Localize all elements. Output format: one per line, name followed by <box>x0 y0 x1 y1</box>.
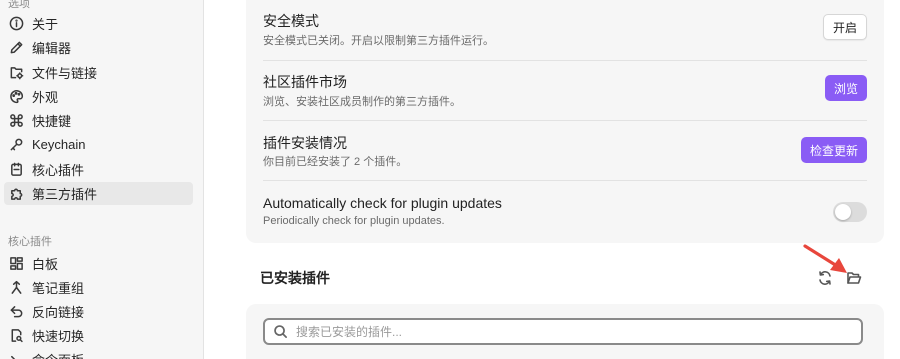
sidebar-item-label: 反向链接 <box>32 305 85 320</box>
sidebar-item-label: 文件与链接 <box>32 66 98 81</box>
section-header-core-plugins: 核心插件 <box>8 236 52 248</box>
plug-icon <box>8 162 24 178</box>
installed-plugins-heading: 已安装插件 <box>260 270 330 286</box>
setting-description: Periodically check for plugin updates. <box>263 215 445 227</box>
search-icon <box>273 324 296 339</box>
sidebar-item-quick-switcher[interactable]: 快速切换 <box>4 324 193 347</box>
pencil-icon <box>8 40 24 56</box>
sidebar-item-command-palette[interactable]: 命令面板 <box>4 348 193 359</box>
sidebar-item-label: 外观 <box>32 90 59 105</box>
folder-open-icon <box>846 270 862 286</box>
sidebar-item-backlinks[interactable]: 反向链接 <box>4 300 193 323</box>
setting-name: 插件安装情况 <box>263 135 347 151</box>
setting-installed-status: 插件安装情况 你目前已经安装了 2 个插件。 检查更新 <box>263 121 867 181</box>
puzzle-icon <box>8 186 24 202</box>
setting-description: 浏览、安装社区成员制作的第三方插件。 <box>263 96 461 108</box>
plugin-settings-card: 安全模式 安全模式已关闭。开启以限制第三方插件运行。 开启 社区插件市场 浏览、… <box>246 0 884 243</box>
sidebar-item-note-composer[interactable]: 笔记重组 <box>4 276 193 299</box>
section-header-options: 选项 <box>8 0 30 10</box>
command-icon <box>8 113 24 129</box>
search-installed-plugins[interactable] <box>263 318 863 345</box>
info-icon <box>8 16 24 32</box>
sidebar-item-editor[interactable]: 编辑器 <box>4 36 193 59</box>
sidebar-item-label: 核心插件 <box>32 163 85 178</box>
settings-sidebar: 选项 关于 编辑器 文件与链接 外观 快捷键 Keychain 核心插件 第三方… <box>0 0 204 359</box>
setting-description: 安全模式已关闭。开启以限制第三方插件运行。 <box>263 35 494 47</box>
check-for-updates-button[interactable]: 检查更新 <box>800 137 867 163</box>
open-plugins-folder-button[interactable] <box>843 267 865 289</box>
setting-name: 安全模式 <box>263 13 319 29</box>
key-icon <box>8 137 24 153</box>
sidebar-item-files-links[interactable]: 文件与链接 <box>4 61 193 84</box>
toggle-knob <box>835 204 851 220</box>
setting-auto-check-updates: Automatically check for plugin updates P… <box>263 181 867 243</box>
sidebar-item-label: 白板 <box>32 257 59 272</box>
setting-description: 你目前已经安装了 2 个插件。 <box>263 156 408 168</box>
sidebar-item-about[interactable]: 关于 <box>4 12 193 35</box>
setting-name: Automatically check for plugin updates <box>263 195 502 211</box>
sidebar-item-label: 快速切换 <box>32 329 85 344</box>
sidebar-item-appearance[interactable]: 外观 <box>4 85 193 108</box>
auto-check-updates-toggle[interactable] <box>833 202 867 222</box>
terminal-icon <box>8 352 24 359</box>
sidebar-item-core-plugins[interactable]: 核心插件 <box>4 158 193 181</box>
sidebar-item-keychain[interactable]: Keychain <box>4 133 193 156</box>
folder-cog-icon <box>8 65 24 81</box>
setting-safe-mode: 安全模式 安全模式已关闭。开启以限制第三方插件运行。 开启 <box>263 0 867 61</box>
installed-plugins-list <box>246 304 884 359</box>
merge-icon <box>8 280 24 296</box>
settings-content: 安全模式 安全模式已关闭。开启以限制第三方插件运行。 开启 社区插件市场 浏览、… <box>205 0 900 359</box>
setting-name: 社区插件市场 <box>263 74 347 90</box>
reload-icon <box>817 270 833 286</box>
search-input[interactable] <box>296 324 836 339</box>
setting-community-plugins: 社区插件市场 浏览、安装社区成员制作的第三方插件。 浏览 <box>263 61 867 121</box>
sidebar-item-label: 命令面板 <box>32 350 84 359</box>
sidebar-item-label: 笔记重组 <box>32 281 85 296</box>
reload-plugins-button[interactable] <box>814 267 836 289</box>
file-search-icon <box>8 328 24 344</box>
sidebar-item-community-plugins[interactable]: 第三方插件 <box>4 182 193 205</box>
sidebar-item-label: 第三方插件 <box>32 187 98 202</box>
palette-icon <box>8 89 24 105</box>
sidebar-item-label: 编辑器 <box>32 41 72 56</box>
layout-dashboard-icon <box>8 256 24 272</box>
sidebar-item-label: 快捷键 <box>32 114 72 129</box>
sidebar-item-hotkeys[interactable]: 快捷键 <box>4 109 193 132</box>
backlink-icon <box>8 304 24 320</box>
sidebar-item-canvas[interactable]: 白板 <box>4 252 193 275</box>
sidebar-item-label: 关于 <box>32 17 59 32</box>
browse-button[interactable]: 浏览 <box>824 75 867 101</box>
turn-on-safe-mode-button[interactable]: 开启 <box>822 14 867 40</box>
sidebar-item-label: Keychain <box>32 137 86 152</box>
